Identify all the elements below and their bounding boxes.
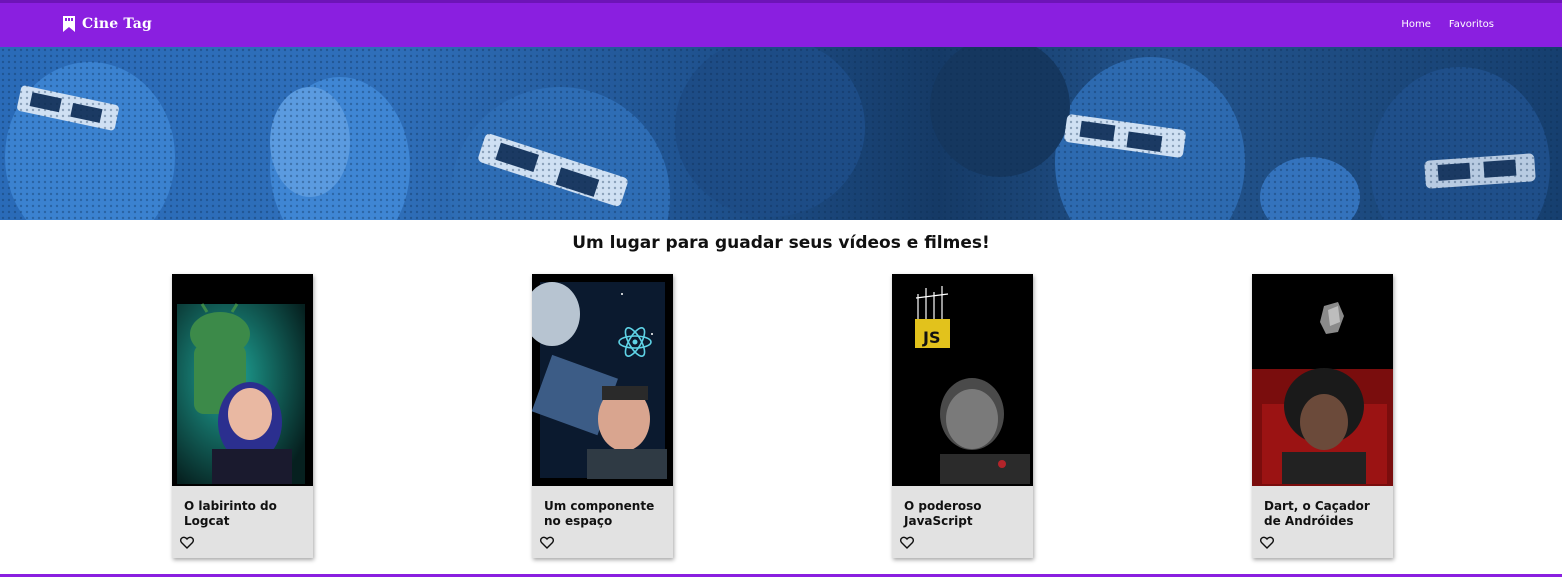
cinema-audience-image (0, 47, 1562, 220)
video-title: Dart, o Caçador de Andróides (1264, 499, 1370, 528)
svg-text:JS: JS (922, 328, 940, 347)
main-nav: Home Favoritos (1401, 19, 1494, 30)
thumbnail-image (532, 274, 673, 486)
video-thumbnail[interactable] (172, 274, 313, 486)
header: Cine Tag Home Favoritos (0, 3, 1562, 47)
video-card[interactable]: Dart, o Caçador de Andróides (1252, 274, 1393, 558)
nav-link-home[interactable]: Home (1401, 19, 1431, 30)
thumbnail-image (172, 274, 313, 486)
video-title: O labirinto do Logcat (184, 499, 277, 528)
nav-link-favoritos[interactable]: Favoritos (1449, 19, 1494, 30)
video-card[interactable]: JS O poderoso JavaScript (892, 274, 1033, 558)
heart-outline-icon[interactable] (180, 536, 194, 549)
thumbnail-image: JS (892, 274, 1033, 486)
bookmark-clapper-icon (63, 16, 75, 32)
brand-name: Cine Tag (82, 16, 152, 32)
video-card[interactable]: O labirinto do Logcat (172, 274, 313, 558)
video-thumbnail[interactable] (1252, 274, 1393, 486)
video-title: O poderoso JavaScript (904, 499, 982, 528)
video-thumbnail[interactable] (532, 274, 673, 486)
heart-outline-icon[interactable] (540, 536, 554, 549)
brand-logo[interactable]: Cine Tag (62, 15, 152, 33)
page-tagline: Um lugar para guadar seus vídeos e filme… (572, 233, 990, 253)
video-card[interactable]: Um componente no espaço (532, 274, 673, 558)
video-title: Um componente no espaço (544, 499, 655, 528)
heart-outline-icon[interactable] (1260, 536, 1274, 549)
heart-outline-icon[interactable] (900, 536, 914, 549)
thumbnail-image (1252, 274, 1393, 486)
hero-banner (0, 47, 1562, 220)
video-thumbnail[interactable]: JS (892, 274, 1033, 486)
